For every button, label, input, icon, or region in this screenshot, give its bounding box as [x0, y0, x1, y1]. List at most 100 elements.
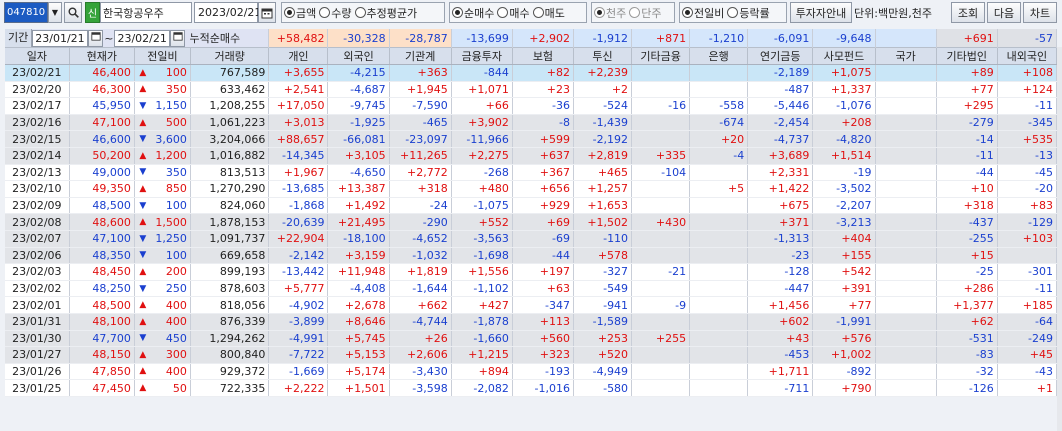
query-button[interactable]: 조회 [951, 2, 985, 23]
table-row[interactable]: 23/02/17 45,950 ▼ 1,150 1,208,255 +17,050 -9,7… [5, 97, 1058, 115]
radio-buy[interactable]: 매수 [497, 5, 530, 21]
table-row[interactable]: 23/02/21 46,400 ▲ 100 767,589 +3,655 -4,215 +36… [5, 64, 1058, 82]
change-value: 200 [165, 265, 187, 279]
column-header[interactable]: 은행 [689, 47, 749, 65]
investor-value-cell: -4,820 [812, 130, 876, 148]
trade-radio-group: 순매수 매수 매도 [449, 2, 587, 23]
investor-value-cell: +427 [451, 296, 513, 314]
code-dropdown-button[interactable]: ▼ [48, 2, 62, 23]
column-header[interactable]: 일자 [5, 47, 70, 65]
column-header[interactable]: 사모펀드 [812, 47, 876, 65]
table-row[interactable]: 23/01/31 48,100 ▲ 400 876,339 -3,899 +8,646 -4,… [5, 313, 1058, 331]
table-row[interactable]: 23/02/09 48,500 ▼ 100 824,060 -1,868 +1,492 -24… [5, 197, 1058, 215]
stock-code-input[interactable]: 047810 [4, 2, 48, 23]
period-to-text: 23/02/21 [117, 31, 167, 45]
radio-dot-icon [497, 7, 509, 18]
stock-search-button[interactable] [64, 2, 82, 23]
column-header[interactable]: 기타법인 [936, 47, 998, 65]
table-row[interactable]: 23/02/08 48,600 ▲ 1,500 1,878,153 -20,639 +21,… [5, 213, 1058, 231]
column-header[interactable]: 현재가 [69, 47, 135, 65]
date-cell: 23/02/09 [5, 197, 70, 215]
radio-amount[interactable]: 금액 [284, 5, 316, 21]
unit-label: 단위:백만원,천주 [854, 2, 950, 23]
investor-value-cell: +3,159 [327, 247, 390, 265]
investor-value-cell: -558 [689, 97, 749, 115]
period-from-input[interactable]: 23/01/21 [32, 29, 89, 47]
column-header[interactable]: 보험 [512, 47, 575, 65]
radio-prev-day[interactable]: 전일비 [682, 5, 724, 21]
period-to-input[interactable]: 23/02/21 [114, 29, 171, 47]
table-row[interactable]: 23/01/30 47,700 ▼ 450 1,294,262 -4,991 +5,745 +… [5, 330, 1058, 348]
investor-value-cell [689, 197, 749, 215]
investor-value-cell: -2,082 [451, 379, 513, 397]
column-header[interactable]: 국가 [875, 47, 937, 65]
table-row[interactable]: 23/02/20 46,300 ▲ 350 633,462 +2,541 -4,687 +1,… [5, 81, 1058, 99]
radio-quantity[interactable]: 수량 [319, 5, 352, 21]
investor-value-cell: -1,032 [389, 247, 452, 265]
price-cell: 48,350 [69, 247, 135, 265]
date-cell: 23/02/03 [5, 263, 70, 281]
investor-value-cell: +1,215 [451, 346, 513, 364]
investor-value-cell: -1,925 [327, 114, 390, 132]
column-header[interactable]: 기관계 [389, 47, 452, 65]
volume-cell: 722,335 [190, 379, 270, 397]
column-header[interactable]: 내외국인 [997, 47, 1058, 65]
table-row[interactable]: 23/02/03 48,450 ▲ 200 899,193 -13,442 +11,948 +… [5, 263, 1058, 281]
next-button[interactable]: 다음 [987, 2, 1021, 23]
calendar-button[interactable] [258, 2, 276, 23]
column-header[interactable]: 외국인 [327, 47, 390, 65]
column-header[interactable]: 전일비 [134, 47, 191, 65]
period-from-calendar-button[interactable] [88, 29, 104, 47]
table-row[interactable]: 23/01/26 47,850 ▲ 400 929,372 -1,669 +5,174 -3,… [5, 363, 1058, 381]
investor-value-cell: -20 [997, 180, 1058, 198]
radio-sell[interactable]: 매도 [532, 5, 565, 21]
investor-value-cell: +11,948 [327, 263, 390, 281]
change-cell: ▲ 100 [134, 64, 191, 82]
table-row[interactable]: 23/02/15 46,600 ▼ 3,600 3,204,066 +88,657 -66,… [5, 130, 1058, 148]
investor-value-cell: +2,331 [747, 164, 814, 182]
table-row[interactable]: 23/02/10 49,350 ▲ 850 1,270,290 -13,685 +13,38… [5, 180, 1058, 198]
period-to-calendar-button[interactable] [170, 29, 186, 47]
column-header[interactable]: 개인 [268, 47, 329, 65]
investor-value-cell [875, 213, 937, 231]
radio-avg-price[interactable]: 추정평균가 [354, 5, 417, 21]
table-row[interactable]: 23/02/02 48,250 ▼ 250 878,603 +5,777 -4,408 -1,… [5, 280, 1058, 298]
radio-thousand-shares[interactable]: 천주 [594, 5, 626, 21]
calendar-icon [173, 31, 183, 41]
investor-value-cell: +790 [812, 379, 876, 397]
radio-single-shares[interactable]: 단주 [629, 5, 662, 21]
radio-net-buy[interactable]: 순매수 [452, 5, 494, 21]
column-header[interactable]: 금융투자 [451, 47, 513, 65]
investor-value-cell: +88,657 [268, 130, 329, 148]
arrow-down-icon: ▼ [139, 250, 147, 261]
table-row[interactable]: 23/02/13 49,000 ▼ 350 813,513 +1,967 -4,650 +2,… [5, 164, 1058, 182]
column-header[interactable]: 거래량 [190, 47, 270, 65]
query-label: 조회 [957, 6, 979, 20]
vertical-scrollbar[interactable] [1057, 47, 1062, 431]
investor-value-cell: -549 [573, 280, 633, 298]
unit-text: 단위:백만원,천주 [854, 6, 933, 20]
table-row[interactable]: 23/02/07 47,100 ▼ 1,250 1,091,737 +22,904 -18,… [5, 230, 1058, 248]
column-header[interactable]: 연기금등 [747, 47, 814, 65]
radio-change-rate[interactable]: 등락률 [727, 5, 770, 21]
volume-cell: 1,061,223 [190, 114, 270, 132]
arrow-up-icon: ▲ [139, 366, 147, 377]
investor-value-cell: +8,646 [327, 313, 390, 331]
table-row[interactable]: 23/02/14 50,200 ▲ 1,200 1,016,882 -14,345 +3,1… [5, 147, 1058, 165]
column-header[interactable]: 기타금융 [631, 47, 691, 65]
table-row[interactable]: 23/01/25 47,450 ▲ 50 722,335 +2,222 +1,501 -3,5… [5, 379, 1058, 397]
volume-cell: 633,462 [190, 81, 270, 99]
investor-value-cell: -1,991 [812, 313, 876, 331]
date-field[interactable]: 2023/02/21 [194, 2, 261, 23]
investor-value-cell: -437 [936, 213, 998, 231]
table-row[interactable]: 23/02/16 47,100 ▲ 500 1,061,223 +3,013 -1,925-… [5, 114, 1058, 132]
table-row[interactable]: 23/01/27 48,150 ▲ 300 800,840 -7,722 +5,153 +2,… [5, 346, 1058, 364]
table-row[interactable]: 23/02/06 48,350 ▼ 100 669,658 -2,142 +3,159 -1,… [5, 247, 1058, 265]
investor-value-cell: +1,653 [573, 197, 633, 215]
column-header[interactable]: 투신 [573, 47, 633, 65]
chart-button[interactable]: 차트 [1023, 2, 1057, 23]
investor-info-button[interactable]: 투자자안내 [790, 2, 852, 23]
table-row[interactable]: 23/02/01 48,500 ▲ 400 818,056 -4,902 +2,678 +66… [5, 296, 1058, 314]
investor-value-cell: +43 [747, 330, 814, 348]
investor-value-cell [689, 379, 749, 397]
